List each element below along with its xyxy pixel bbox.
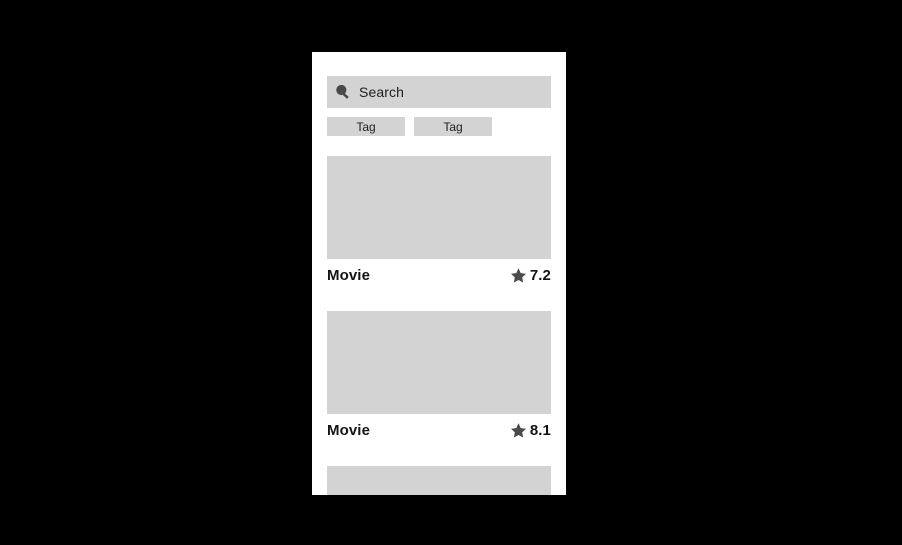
movie-card[interactable]: Movie 7.2 xyxy=(327,156,551,289)
search-icon xyxy=(336,84,349,99)
star-icon xyxy=(510,267,526,283)
screen-canvas: Search Tag Tag Movie 7.2 Movie 8.1 xyxy=(0,0,902,545)
movie-poster-placeholder xyxy=(327,311,551,414)
rating-value: 8.1 xyxy=(529,421,551,439)
movie-poster-placeholder xyxy=(327,466,551,495)
search-placeholder: Search xyxy=(359,84,404,100)
rating-value: 7.2 xyxy=(529,266,551,284)
search-input[interactable]: Search xyxy=(327,76,551,108)
app-viewport: Search Tag Tag Movie 7.2 Movie 8.1 xyxy=(312,52,566,495)
rating-group: 7.2 xyxy=(510,267,551,284)
movie-card[interactable]: Movie 8.1 xyxy=(327,311,551,444)
movie-poster-placeholder xyxy=(327,156,551,259)
tag-filter-row: Tag Tag xyxy=(327,117,492,136)
movie-title: Movie xyxy=(327,421,371,439)
movie-meta-row: Movie 7.2 xyxy=(327,259,551,289)
tag-chip-2-label: Tag xyxy=(443,119,463,134)
tag-chip-1-label: Tag xyxy=(356,119,376,134)
star-icon xyxy=(510,422,526,438)
tag-chip-2[interactable]: Tag xyxy=(414,117,492,136)
scroll-container[interactable]: Search Tag Tag Movie 7.2 Movie 8.1 xyxy=(312,52,566,495)
tag-chip-1[interactable]: Tag xyxy=(327,117,405,136)
movie-card[interactable] xyxy=(327,466,551,495)
rating-group: 8.1 xyxy=(510,422,551,439)
movie-meta-row: Movie 8.1 xyxy=(327,414,551,444)
movie-list: Movie 7.2 Movie 8.1 xyxy=(327,156,551,495)
movie-title: Movie xyxy=(327,266,371,284)
